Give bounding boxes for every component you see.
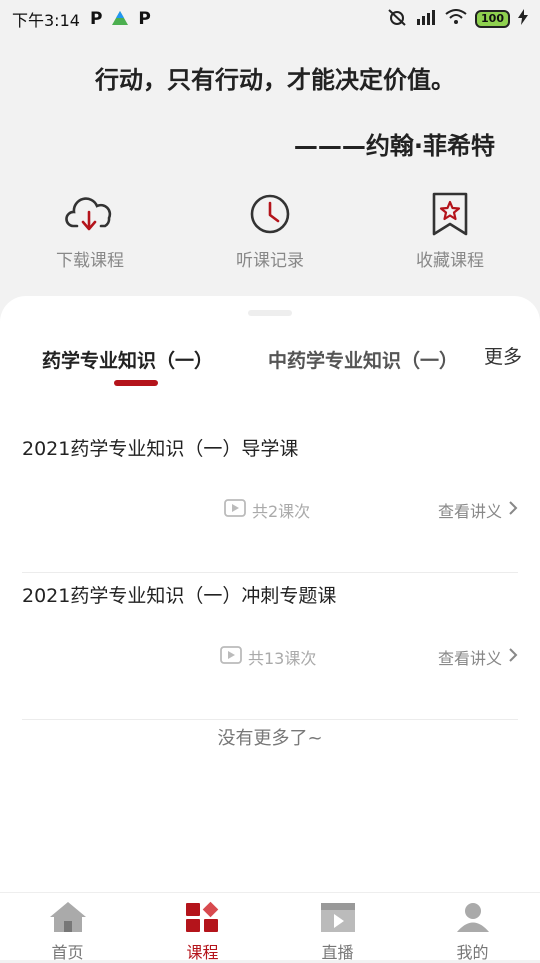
app-notification-icon-2: P: [138, 9, 151, 29]
quote-text: 行动，只有行动，才能决定价值。: [95, 66, 455, 94]
alarm-off-icon: [387, 8, 407, 30]
bottom-navigation: 首页 课程 直播 我的: [0, 892, 540, 962]
tab-pharmacy-knowledge-1[interactable]: 药学专业知识（一）: [42, 346, 213, 373]
app-notification-icon: P: [89, 9, 103, 29]
clock-icon: [195, 190, 345, 238]
nav-courses-label: 课程: [186, 943, 219, 962]
nav-live[interactable]: 直播: [270, 893, 405, 962]
home-icon: [49, 901, 87, 937]
course-list: 2021药学专业知识（一）导学课 共2课次 查看讲义 2021药学专业知识（一）…: [22, 426, 518, 720]
quote-author: ———约翰·菲希特: [293, 132, 495, 160]
end-of-list-text: 没有更多了~: [217, 728, 323, 749]
live-video-icon: [319, 901, 357, 937]
chevron-right-icon: [508, 500, 518, 520]
quick-actions: 下载课程 听课记录 收藏课程: [0, 190, 540, 271]
more-tabs-button[interactable]: 更多: [479, 342, 522, 369]
study-history-button[interactable]: 听课记录: [195, 190, 345, 271]
video-icon: [224, 499, 246, 521]
chevron-right-icon: [508, 647, 518, 667]
lesson-count-text: 共13课次: [248, 649, 317, 668]
nav-home-label: 首页: [51, 943, 84, 962]
study-history-label: 听课记录: [236, 251, 304, 271]
bookmark-star-icon: [375, 190, 525, 238]
tab-tcm-knowledge-1[interactable]: 中药学专业知识（一）: [268, 346, 460, 373]
signal-icon: [415, 9, 437, 29]
drive-icon: [112, 10, 129, 29]
download-courses-button[interactable]: 下载课程: [15, 190, 165, 271]
view-notes-link[interactable]: 查看讲义: [438, 498, 518, 522]
course-title: 2021药学专业知识（一）导学课: [22, 438, 299, 460]
nav-home[interactable]: 首页: [0, 893, 135, 962]
download-courses-label: 下载课程: [56, 251, 124, 271]
motto-quote: 行动，只有行动，才能决定价值。 ———约翰·菲希特: [0, 60, 540, 160]
favorite-courses-button[interactable]: 收藏课程: [375, 190, 525, 271]
status-time: 下午3:14: [12, 11, 80, 30]
charging-icon: [518, 9, 528, 29]
wifi-icon: [445, 9, 467, 29]
nav-live-label: 直播: [321, 943, 354, 962]
nav-courses[interactable]: 课程: [135, 893, 270, 962]
favorite-courses-label: 收藏课程: [416, 251, 484, 271]
view-notes-label: 查看讲义: [437, 649, 502, 668]
battery-indicator: 100: [475, 10, 510, 28]
video-icon: [220, 646, 242, 668]
courses-icon: [184, 901, 222, 937]
subject-tabs: 药学专业知识（一） 中药学专业知识（一） 更多: [0, 342, 540, 396]
profile-icon: [454, 901, 492, 937]
list-item[interactable]: 2021药学专业知识（一）冲刺专题课 共13课次 查看讲义: [22, 573, 518, 720]
status-bar: 下午3:14 P P 100: [0, 0, 540, 38]
lesson-count: 共2课次: [224, 498, 310, 522]
course-title: 2021药学专业知识（一）冲刺专题课: [22, 585, 337, 607]
cloud-download-icon: [15, 190, 165, 238]
view-notes-link[interactable]: 查看讲义: [438, 645, 518, 669]
nav-profile-label: 我的: [456, 943, 489, 962]
list-item[interactable]: 2021药学专业知识（一）导学课 共2课次 查看讲义: [22, 426, 518, 573]
sheet-drag-handle[interactable]: [248, 310, 292, 316]
course-sheet: 药学专业知识（一） 中药学专业知识（一） 更多 2021药学专业知识（一）导学课…: [0, 296, 540, 892]
lesson-count: 共13课次: [220, 645, 316, 669]
nav-profile[interactable]: 我的: [405, 893, 540, 962]
lesson-count-text: 共2课次: [252, 502, 311, 521]
view-notes-label: 查看讲义: [437, 502, 502, 521]
active-tab-indicator: [114, 380, 158, 386]
